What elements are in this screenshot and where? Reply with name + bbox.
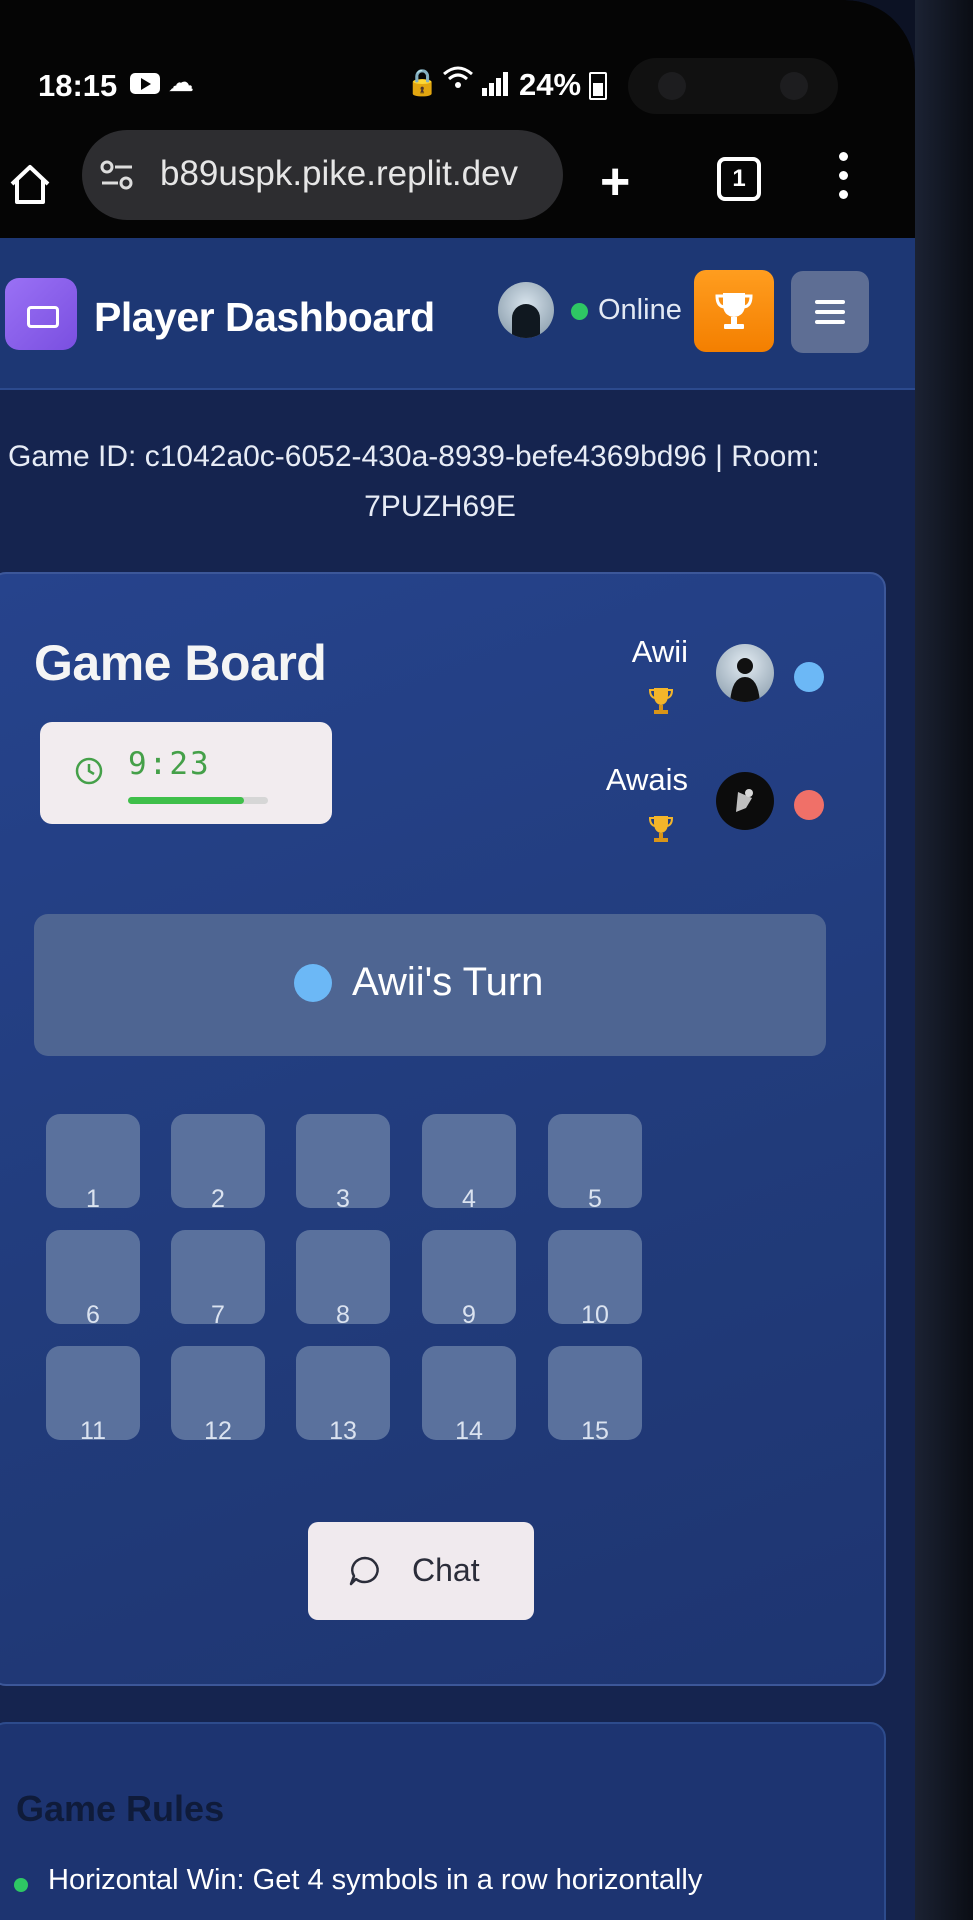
clock-icon — [75, 757, 103, 785]
status-time: 18:15 — [38, 68, 118, 103]
trophy-icon — [648, 816, 674, 842]
lock-icon: 🔒 — [406, 67, 439, 97]
grid-cell[interactable]: 9 — [422, 1230, 516, 1329]
device-frame-edge — [915, 0, 973, 1920]
grid-cell-number: 12 — [204, 1417, 232, 1445]
online-status-dot — [571, 303, 588, 320]
turn-player-dot — [294, 964, 332, 1002]
grid-cell[interactable]: 6 — [46, 1230, 140, 1329]
grid-cell-number: 9 — [462, 1301, 476, 1329]
grid-cell-number: 5 — [588, 1185, 602, 1213]
room-code-text: 7PUZH69E — [364, 490, 516, 523]
turn-indicator: Awii's Turn — [34, 914, 826, 1056]
grid-cell-number: 10 — [581, 1301, 609, 1329]
grid-cell[interactable]: 4 — [422, 1114, 516, 1213]
grid-cell[interactable]: 10 — [548, 1230, 642, 1329]
gamepad-logo-icon — [5, 278, 77, 350]
grid-cell-number: 3 — [336, 1185, 350, 1213]
game-board-card: Game Board 9:23 Awii Awais Awii's Turn 1… — [0, 572, 886, 1686]
player-card-2: Awais — [584, 762, 884, 852]
page-title: Player Dashboard — [94, 294, 435, 340]
youtube-icon — [130, 73, 160, 94]
user-avatar[interactable] — [498, 282, 554, 338]
site-settings-icon[interactable] — [98, 156, 136, 194]
address-bar[interactable]: b89uspk.pike.replit.dev — [82, 130, 563, 220]
timer: 9:23 — [40, 722, 332, 824]
menu-button[interactable] — [791, 271, 869, 353]
app-header: Player Dashboard Online — [0, 238, 915, 390]
grid-cell-number: 11 — [80, 1417, 106, 1445]
grid-cell[interactable]: 12 — [171, 1346, 265, 1445]
battery-icon — [589, 72, 607, 100]
player-color-dot — [794, 662, 824, 692]
turn-text: Awii's Turn — [352, 960, 544, 1004]
battery-percent: 24% — [519, 67, 582, 102]
timer-value: 9:23 — [128, 746, 211, 782]
board-title: Game Board — [34, 635, 327, 691]
player-color-dot — [794, 790, 824, 820]
rule-item: Horizontal Win: Get 4 symbols in a row h… — [48, 1864, 703, 1896]
trophy-icon — [648, 688, 674, 714]
grid-cell-number: 8 — [336, 1301, 350, 1329]
timer-progress-bar — [128, 797, 268, 804]
player-name: Awais — [605, 762, 688, 797]
grid-cell[interactable]: 14 — [422, 1346, 516, 1445]
chat-button-label: Chat — [412, 1552, 480, 1588]
grid-cell[interactable]: 3 — [296, 1114, 390, 1213]
grid-cell[interactable]: 5 — [548, 1114, 642, 1213]
grid-cell-number: 1 — [86, 1185, 100, 1213]
leaderboard-button[interactable] — [694, 270, 774, 352]
player-name: Awii — [631, 634, 688, 669]
grid-cell[interactable]: 11 — [46, 1346, 140, 1445]
camera-cutout — [628, 58, 838, 114]
player-avatar — [716, 772, 774, 830]
rules-title: Game Rules — [16, 1788, 225, 1829]
grid-cell-number: 6 — [86, 1301, 100, 1329]
tab-switcher-icon[interactable]: 1 — [717, 157, 761, 201]
home-icon[interactable] — [8, 162, 52, 208]
phone-screen: 18:15 ☁ 🔒 24% b89uspk.pike.replit.dev + … — [0, 0, 915, 1920]
new-tab-icon[interactable]: + — [600, 152, 630, 212]
weather-icon: ☁ — [168, 67, 194, 97]
grid-cell-number: 14 — [455, 1417, 483, 1445]
grid-cell[interactable]: 13 — [296, 1346, 390, 1445]
rule-bullet-dot — [14, 1878, 28, 1892]
grid-cell[interactable]: 1 — [46, 1114, 140, 1213]
trophy-icon — [715, 293, 753, 329]
player-avatar — [716, 644, 774, 702]
browser-menu-icon[interactable] — [836, 152, 850, 200]
grid-cell-number: 4 — [462, 1185, 476, 1213]
grid-cell[interactable]: 8 — [296, 1230, 390, 1329]
grid-cell[interactable]: 15 — [548, 1346, 642, 1445]
grid-cell[interactable]: 2 — [171, 1114, 265, 1213]
player-card-1: Awii — [584, 634, 884, 724]
online-status-label: Online — [598, 294, 682, 326]
chat-button[interactable]: Chat — [308, 1522, 534, 1620]
grid-cell-number: 7 — [211, 1301, 225, 1329]
timer-progress-fill — [128, 797, 245, 804]
grid-cell-number: 2 — [211, 1185, 225, 1213]
game-info: Game ID: c1042a0c-6052-430a-8939-befe436… — [0, 432, 880, 532]
signal-icon — [482, 72, 510, 96]
wifi-icon — [442, 64, 474, 99]
url-text[interactable]: b89uspk.pike.replit.dev — [160, 154, 518, 194]
grid-cell-number: 15 — [581, 1417, 609, 1445]
status-bar: 18:15 ☁ 🔒 24% — [0, 0, 915, 148]
grid-cell[interactable]: 7 — [171, 1230, 265, 1329]
grid-cell-number: 13 — [329, 1417, 357, 1445]
chat-bubble-icon — [349, 1556, 379, 1586]
game-id-text: Game ID: c1042a0c-6052-430a-8939-befe436… — [8, 440, 820, 473]
game-rules-card: Game Rules Horizontal Win: Get 4 symbols… — [0, 1722, 886, 1920]
